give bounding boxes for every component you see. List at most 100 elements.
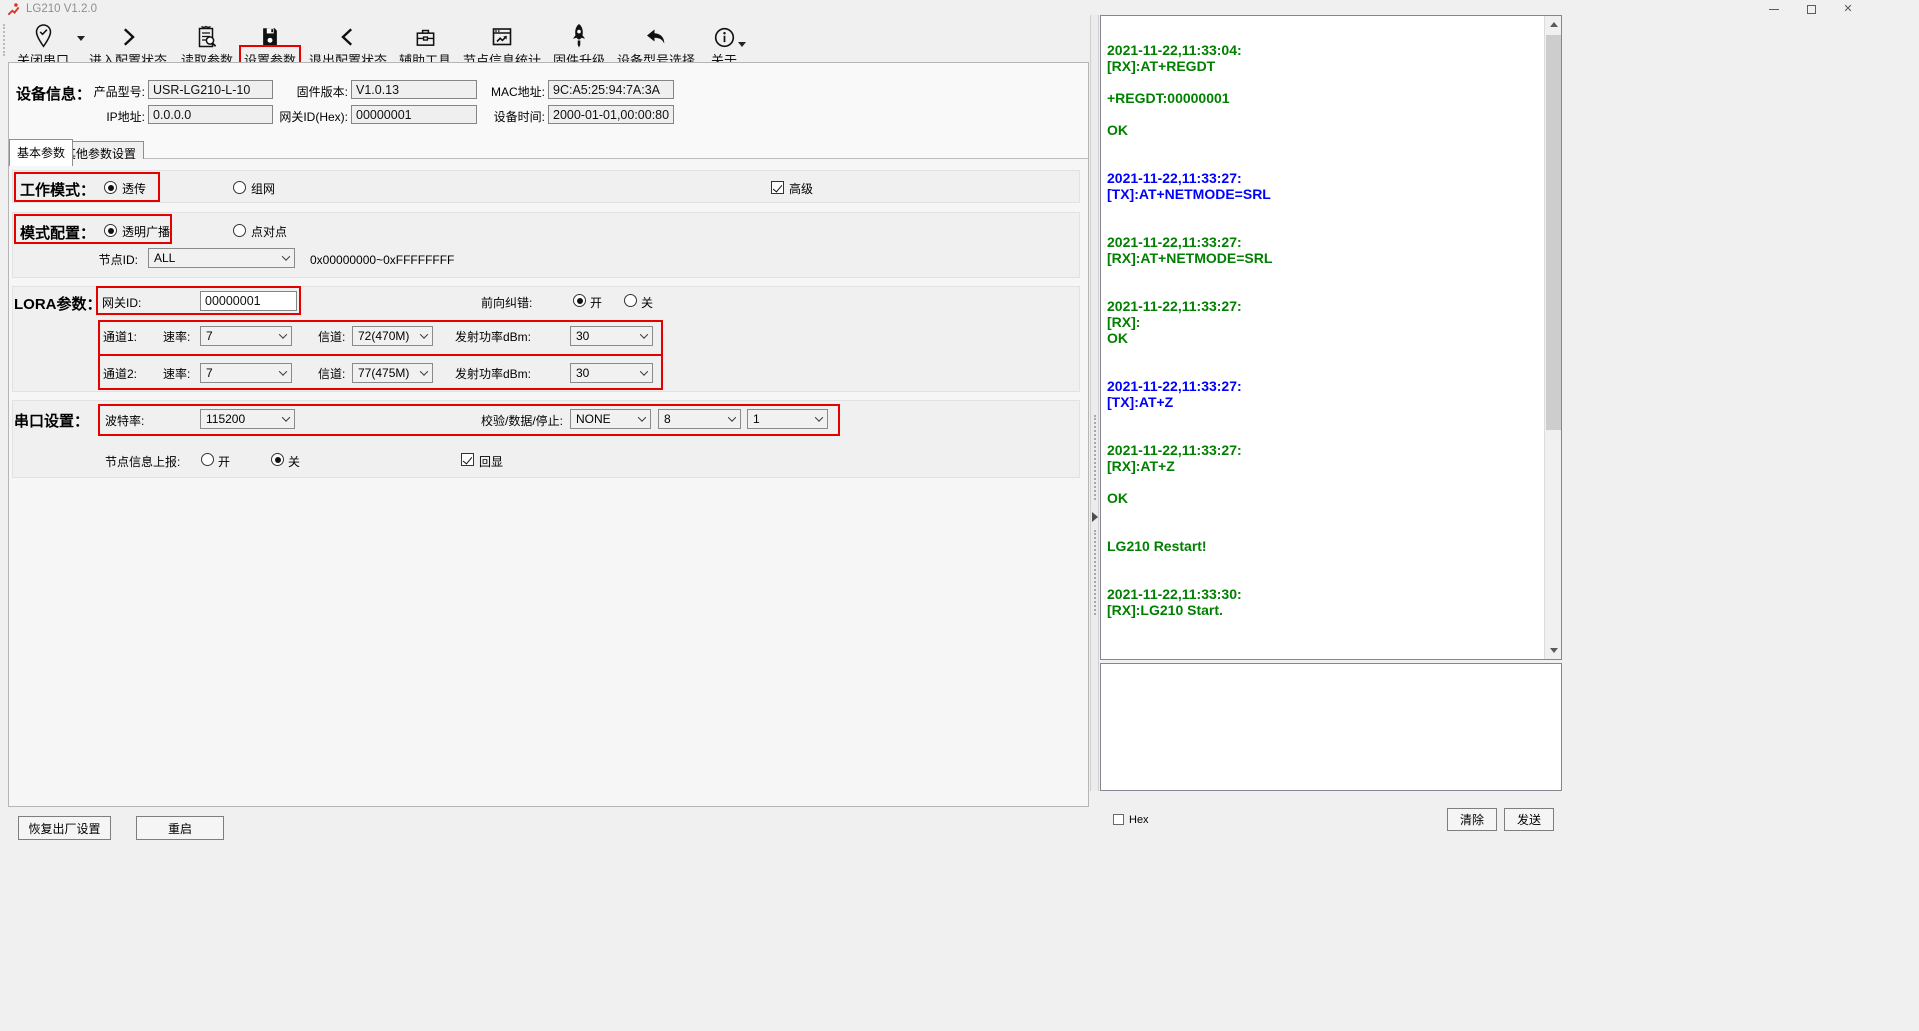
- ip-field[interactable]: 0.0.0.0: [148, 105, 273, 124]
- chevron-left-icon: [337, 22, 359, 49]
- combo-value: 7: [206, 366, 213, 380]
- ip-label: IP地址:: [58, 110, 145, 124]
- channel2-rate-select[interactable]: 7: [200, 363, 292, 383]
- radio-label: 点对点: [251, 225, 287, 239]
- echo-checkbox[interactable]: [461, 453, 474, 466]
- scroll-up-button[interactable]: [1545, 16, 1562, 33]
- radio-transparent-broadcast[interactable]: [104, 224, 117, 237]
- maximize-button[interactable]: [1797, 0, 1825, 18]
- gateway-id-hex-field[interactable]: 00000001: [351, 105, 477, 124]
- radio-node-report-on[interactable]: [201, 453, 214, 466]
- app-logo-icon: [6, 2, 21, 22]
- chevron-down-icon: [420, 367, 428, 375]
- splitter-collapse-icon[interactable]: [1092, 512, 1098, 522]
- combo-value: 115200: [206, 412, 245, 426]
- gateway-id-input[interactable]: 00000001: [200, 291, 297, 311]
- hex-checkbox[interactable]: [1113, 814, 1124, 825]
- device-time-label: 设备时间:: [460, 110, 545, 124]
- channel2-power-select[interactable]: 30: [570, 363, 653, 383]
- mac-field[interactable]: 9C:A5:25:94:7A:3A: [548, 80, 674, 99]
- parity-select[interactable]: NONE: [570, 409, 651, 429]
- radio-point-to-point[interactable]: [233, 224, 246, 237]
- combo-value: 7: [206, 329, 213, 343]
- node-id-hint: 0x00000000~0xFFFFFFFF: [310, 253, 454, 267]
- chevron-down-icon: [420, 330, 428, 338]
- node-id-select[interactable]: ALL: [148, 248, 295, 268]
- factory-reset-button[interactable]: 恢复出厂设置: [18, 816, 111, 840]
- chevron-down-icon: [815, 413, 823, 421]
- combo-value: 77(475M): [358, 366, 409, 380]
- chevron-down-icon[interactable]: [738, 42, 746, 47]
- radio-node-report-off[interactable]: [271, 453, 284, 466]
- serial-title: 串口设置：: [14, 410, 89, 431]
- channel1-freq-select[interactable]: 72(470M): [352, 326, 433, 346]
- work-mode-band: [12, 170, 1080, 203]
- chevron-down-icon[interactable]: [77, 36, 85, 41]
- channel1-power-select[interactable]: 30: [570, 326, 653, 346]
- echo-label: 回显: [479, 455, 503, 469]
- log-output[interactable]: 2021-11-22,11:33:04: [RX]:AT+REGDT +REGD…: [1100, 15, 1562, 660]
- chevron-down-icon: [282, 413, 290, 421]
- close-button[interactable]: ✕: [1834, 0, 1862, 18]
- splitter-grip: [1094, 530, 1096, 615]
- chevron-right-icon: [117, 22, 139, 49]
- channel1-rate-select[interactable]: 7: [200, 326, 292, 346]
- radio-label: 关: [288, 455, 300, 469]
- stats-window-icon: [490, 22, 514, 49]
- data-bits-select[interactable]: 8: [658, 409, 741, 429]
- power-label: 发射功率dBm:: [455, 367, 531, 381]
- baud-select[interactable]: 115200: [200, 409, 295, 429]
- stop-bits-select[interactable]: 1: [747, 409, 828, 429]
- firmware-field[interactable]: V1.0.13: [351, 80, 477, 99]
- gateway-id-hex-label: 网关ID(Hex):: [262, 110, 348, 124]
- radio-fec-off[interactable]: [624, 294, 637, 307]
- doc-search-icon: [195, 22, 219, 49]
- rocket-icon: [569, 22, 589, 49]
- panel-splitter[interactable]: [1090, 15, 1099, 791]
- chevron-down-icon: [279, 330, 287, 338]
- radio-transparent-mode[interactable]: [104, 181, 117, 194]
- radio-label: 开: [590, 296, 602, 310]
- channel2-freq-select[interactable]: 77(475M): [352, 363, 433, 383]
- arrow-up-icon: [1550, 22, 1558, 27]
- gateway-id-label: 网关ID:: [102, 296, 141, 310]
- radio-fec-on[interactable]: [573, 294, 586, 307]
- info-icon: [713, 22, 736, 49]
- restart-button[interactable]: 重启: [136, 816, 224, 840]
- device-time-field[interactable]: 2000-01-01,00:00:80: [548, 105, 674, 124]
- send-input[interactable]: [1100, 663, 1562, 791]
- radio-label: 开: [218, 455, 230, 469]
- combo-value: 30: [576, 329, 589, 343]
- minimize-button[interactable]: [1760, 0, 1788, 18]
- combo-value: 30: [576, 366, 589, 380]
- toolbox-icon: [414, 22, 437, 49]
- combo-value: ALL: [154, 251, 175, 265]
- send-button[interactable]: 发送: [1504, 808, 1554, 831]
- product-model-label: 产品型号:: [58, 85, 145, 99]
- log-entry: 2021-11-22,11:33:30: [RX]:LG210 Start.: [1107, 586, 1540, 618]
- serial-port-pin-icon: [32, 22, 55, 49]
- baud-label: 波特率:: [105, 414, 144, 428]
- clear-button[interactable]: 清除: [1447, 808, 1497, 831]
- back-arrow-icon: [644, 22, 668, 49]
- log-entry: 2021-11-22,11:33:27: [RX]:AT+Z OK LG210 …: [1107, 442, 1540, 554]
- log-scrollbar[interactable]: [1544, 16, 1561, 659]
- channel-freq-label: 信道:: [318, 330, 345, 344]
- radio-network-mode[interactable]: [233, 181, 246, 194]
- scrollbar-thumb[interactable]: [1546, 35, 1561, 430]
- channel-freq-label: 信道:: [318, 367, 345, 381]
- fec-label: 前向纠错:: [481, 296, 532, 310]
- advanced-checkbox[interactable]: [771, 181, 784, 194]
- combo-value: 72(470M): [358, 329, 409, 343]
- log-entry: 2021-11-22,11:33:04: [RX]:AT+REGDT +REGD…: [1107, 42, 1540, 138]
- work-mode-title: 工作模式：: [20, 179, 95, 200]
- product-model-field[interactable]: USR-LG210-L-10: [148, 80, 273, 99]
- close-icon: ✕: [1843, 4, 1852, 15]
- radio-label: 透明广播: [122, 225, 170, 239]
- lora-title: LORA参数：: [14, 293, 102, 314]
- log-scrollport: 2021-11-22,11:33:04: [RX]:AT+REGDT +REGD…: [1101, 16, 1544, 659]
- tab-basic-params[interactable]: 基本参数: [9, 139, 73, 166]
- save-icon: [259, 22, 281, 49]
- scroll-down-button[interactable]: [1545, 642, 1562, 659]
- chevron-down-icon: [282, 252, 290, 260]
